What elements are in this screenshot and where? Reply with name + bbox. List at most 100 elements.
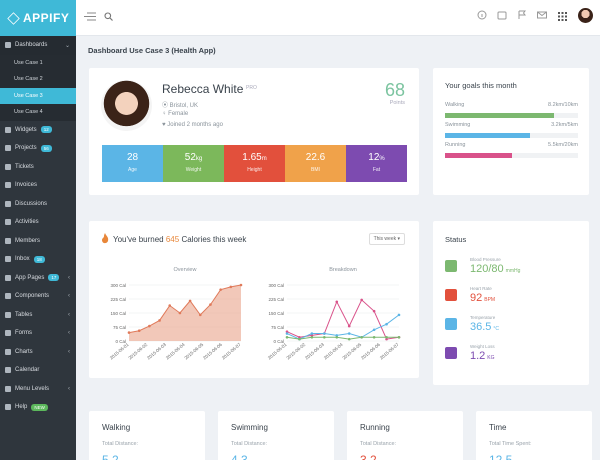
location-icon: ⦿	[162, 103, 170, 109]
summary-title: Swimming	[231, 423, 268, 432]
data-point	[168, 304, 172, 307]
x-tick-label: 2015-06-01	[267, 342, 288, 361]
tasks-badge: 3	[525, 7, 529, 13]
projects-icon	[5, 145, 11, 152]
sidebar-item-projects[interactable]: Projects 56	[0, 139, 76, 158]
app-logo[interactable]: APPIFY	[0, 0, 76, 36]
user-avatar[interactable]	[578, 8, 593, 23]
sidebar-item-dashboards[interactable]: Dashboards ⌄	[0, 36, 76, 55]
sidebar-item-label: Forms	[15, 330, 32, 337]
data-point	[397, 313, 401, 317]
data-point	[219, 288, 222, 291]
chevron-icon: ‹	[68, 385, 70, 392]
stat-value: 22.6	[305, 152, 326, 163]
sidebar-badge: NEW	[31, 403, 48, 411]
calories-card: You've burned 645 Calories this week Thi…	[89, 221, 419, 378]
data-point	[323, 332, 326, 335]
overview-chart: Overview300 Cal225 Cal150 Cal75 Cal0 Cal…	[109, 267, 243, 361]
sidebar-item-help[interactable]: Help NEW	[0, 398, 76, 417]
sidebar-item-use-case-4[interactable]: Use Case 4	[0, 104, 76, 121]
page-title: Dashboard Use Case 3 (Health App)	[88, 46, 216, 55]
sidebar-item-inbox[interactable]: Inbox 18	[0, 250, 76, 269]
sidebar-item-use-case-2[interactable]: Use Case 2	[0, 71, 76, 88]
summary-value: 4.3	[231, 453, 248, 460]
calendar-icon	[5, 367, 11, 374]
search-icon[interactable]	[104, 12, 113, 21]
sidebar-item-app-pages[interactable]: App Pages 17 ‹	[0, 269, 76, 288]
period-select[interactable]: This week ▾	[368, 233, 405, 245]
info-icon[interactable]	[477, 10, 487, 20]
y-tick-label: 75 Cal	[271, 325, 284, 330]
goal-value: 8.2km/10km	[548, 102, 578, 108]
stat-unit: %	[379, 156, 385, 162]
sidebar-item-label: Dashboards	[15, 42, 48, 49]
sidebar-item-widgets[interactable]: Widgets 12	[0, 121, 76, 140]
apps-grid-icon[interactable]	[558, 12, 567, 21]
messages-button[interactable]: 5	[537, 7, 548, 20]
sidebar-item-label: Use Case 4	[14, 109, 43, 116]
chevron-icon: ‹	[68, 348, 70, 355]
x-tick-label: 2015-06-01	[109, 342, 130, 361]
sidebar-badge: 12	[40, 126, 52, 134]
sidebar-item-label: Menu Levels	[15, 385, 50, 392]
goal-progress-bar	[445, 153, 578, 158]
sidebar-item-label: Inbox	[15, 256, 30, 263]
sidebar-item-label: Projects	[15, 145, 37, 152]
y-tick-label: 300 Cal	[110, 283, 126, 288]
sidebar-badge: 18	[33, 255, 45, 263]
sidebar-item-label: Activities	[15, 219, 39, 226]
sidebar-item-menu-levels[interactable]: Menu Levels ‹	[0, 380, 76, 399]
thermometer-icon	[445, 318, 457, 330]
menu-toggle-icon[interactable]	[84, 12, 96, 21]
profile-joined: Joined 2 months ago	[167, 122, 223, 128]
data-point	[298, 337, 301, 341]
status-row: Blood Pressure 120/80 mmHg	[445, 257, 575, 281]
chart-title: Overview	[174, 267, 197, 273]
goal-progress-bar	[445, 133, 578, 138]
status-value: 36.5	[470, 321, 492, 333]
sidebar-item-activities[interactable]: Activities	[0, 213, 76, 232]
sidebar-item-use-case-3[interactable]: Use Case 3	[0, 87, 76, 104]
app-pages-icon	[5, 274, 11, 281]
sidebar-item-label: Tickets	[15, 163, 34, 170]
sidebar-item-calendar[interactable]: Calendar	[0, 361, 76, 380]
messages-badge: 5	[545, 7, 549, 13]
forms-icon	[5, 330, 11, 337]
sidebar-item-invoices[interactable]: Invoices	[0, 176, 76, 195]
sidebar-item-tables[interactable]: Tables ‹	[0, 306, 76, 325]
notifications-button[interactable]: 8	[497, 7, 508, 20]
chevron-icon: ‹	[68, 293, 70, 300]
summary-subtitle: Total Distance:	[102, 441, 139, 447]
pro-badge: PRO	[246, 85, 257, 91]
sidebar-item-components[interactable]: Components ‹	[0, 287, 76, 306]
status-row: Weight Loss 1.2 KG	[445, 344, 575, 368]
summary-title: Running	[360, 423, 390, 432]
stat-label: Fat	[372, 167, 381, 173]
sidebar-badge: 17	[48, 274, 60, 282]
data-point	[148, 324, 151, 328]
sidebar-item-members[interactable]: Members	[0, 232, 76, 251]
x-tick-label: 2015-06-05	[341, 342, 362, 361]
sidebar-item-use-case-1[interactable]: Use Case 1	[0, 54, 76, 71]
widgets-icon	[5, 126, 11, 133]
sidebar-item-discussions[interactable]: Discussions	[0, 195, 76, 214]
sidebar-item-tickets[interactable]: Tickets	[0, 158, 76, 177]
sidebar-item-charts[interactable]: Charts ‹	[0, 343, 76, 362]
sidebar-item-label: Members	[15, 237, 41, 244]
data-point	[397, 335, 401, 339]
data-point	[372, 328, 376, 332]
logo-cube-icon	[7, 11, 20, 25]
tasks-button[interactable]: 3	[517, 7, 528, 20]
stat-unit: m	[261, 156, 267, 162]
data-point	[310, 332, 314, 335]
goal-label: Swimming	[445, 122, 471, 128]
stat-tile-bmi: 22.6 BMI	[285, 145, 346, 182]
stat-value: 28	[126, 152, 139, 163]
goals-card: Your goals this month	[433, 68, 589, 195]
x-tick-label: 2015-06-05	[183, 342, 204, 361]
x-tick-label: 2015-06-07	[379, 342, 400, 361]
status-label: Temperature	[470, 315, 496, 320]
data-point	[137, 329, 141, 333]
sidebar-item-forms[interactable]: Forms ‹	[0, 324, 76, 343]
sidebar-item-label: Charts	[15, 348, 33, 355]
